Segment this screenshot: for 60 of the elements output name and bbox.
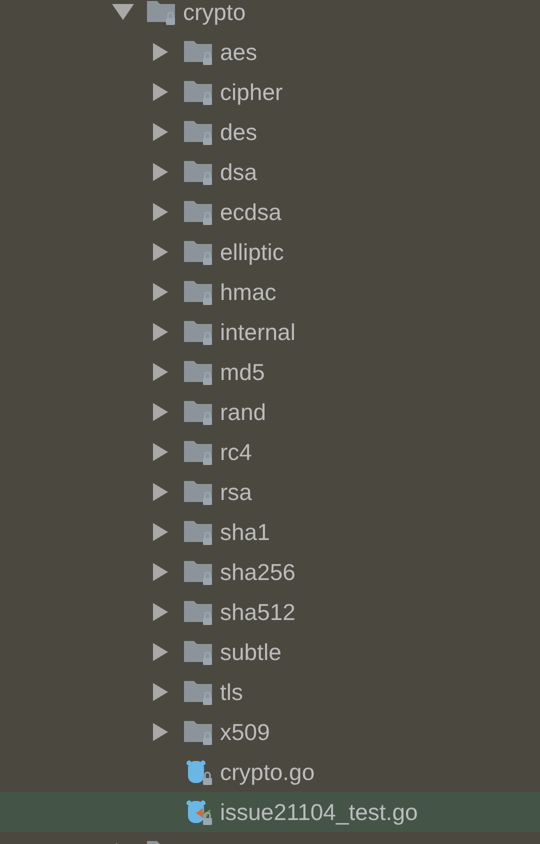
expand-arrow-icon[interactable] (152, 123, 168, 141)
folder-icon (183, 718, 214, 746)
folder-name[interactable]: sha512 (220, 598, 296, 626)
folder-name[interactable]: cipher (220, 78, 283, 106)
folder-name[interactable]: md5 (220, 358, 265, 386)
folder-name[interactable]: subtle (220, 638, 282, 666)
folder-icon (183, 478, 214, 506)
folder-icon (183, 438, 214, 466)
folder-name[interactable]: internal (220, 318, 296, 346)
expand-arrow-icon[interactable] (152, 563, 168, 581)
expand-arrow-icon[interactable] (152, 283, 168, 301)
folder-name[interactable]: rand (220, 398, 266, 426)
file-name[interactable]: issue21104_test.go (220, 798, 418, 826)
folder-name[interactable]: tls (220, 678, 243, 706)
folder-icon (183, 638, 214, 666)
folder-name[interactable]: dsa (220, 158, 258, 186)
expand-arrow-icon[interactable] (152, 43, 168, 61)
folder-name[interactable]: crypto (183, 0, 246, 26)
folder-icon (183, 558, 214, 586)
folder-name[interactable]: x509 (220, 718, 270, 746)
folder-name[interactable]: des (220, 118, 258, 146)
expand-arrow-icon[interactable] (152, 683, 168, 701)
expand-arrow-icon[interactable] (152, 723, 168, 741)
folder-name[interactable]: elliptic (220, 238, 284, 266)
expand-arrow-icon[interactable] (152, 163, 168, 181)
collapse-arrow-icon[interactable] (112, 4, 134, 20)
selected-row[interactable]: issue21104_test.go (0, 792, 540, 832)
expand-arrow-icon[interactable] (152, 323, 168, 341)
expand-arrow-icon[interactable] (152, 243, 168, 261)
folder-icon (183, 318, 214, 346)
expand-arrow-icon[interactable] (152, 603, 168, 621)
folder-icon (183, 518, 214, 546)
folder-icon (183, 158, 214, 186)
expand-arrow-icon[interactable] (152, 443, 168, 461)
folder-name[interactable]: sha256 (220, 558, 296, 586)
expand-arrow-icon[interactable] (152, 363, 168, 381)
folder-name[interactable]: sha1 (220, 518, 270, 546)
folder-name[interactable]: rc4 (220, 438, 252, 466)
folder-icon (183, 678, 214, 706)
expand-arrow-icon[interactable] (152, 83, 168, 101)
folder-icon (183, 238, 214, 266)
folder-icon (183, 198, 214, 226)
folder-icon (183, 278, 214, 306)
folder-icon (183, 358, 214, 386)
folder-name[interactable]: ecdsa (220, 198, 282, 226)
folder-icon (183, 38, 214, 66)
folder-name[interactable]: hmac (220, 278, 276, 306)
folder-icon (183, 598, 214, 626)
folder-name[interactable]: rsa (220, 478, 252, 506)
expand-arrow-icon[interactable] (152, 483, 168, 501)
file-name[interactable]: crypto.go (220, 758, 315, 786)
folder-icon (183, 398, 214, 426)
expand-arrow-icon[interactable] (152, 403, 168, 421)
folder-name[interactable]: aes (220, 38, 258, 66)
expand-arrow-icon[interactable] (152, 523, 168, 541)
expand-arrow-icon[interactable] (152, 203, 168, 221)
folder-icon (183, 118, 214, 146)
expand-arrow-icon[interactable] (152, 643, 168, 661)
folder-icon (183, 78, 214, 106)
folder-icon (146, 0, 177, 26)
